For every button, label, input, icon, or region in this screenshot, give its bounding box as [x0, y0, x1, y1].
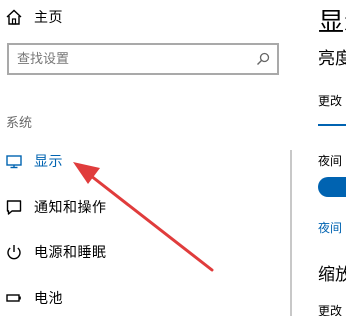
- brightness-slider[interactable]: [318, 124, 346, 126]
- sidebar-item-label: 显示: [34, 154, 63, 170]
- search-input[interactable]: [17, 49, 247, 69]
- section-title-system: 系统: [6, 116, 33, 131]
- sidebar-item-label: 通知和操作: [34, 200, 107, 216]
- power-icon: [4, 242, 24, 262]
- sidebar-item-label: 电池: [34, 291, 63, 307]
- page-title: 显示: [318, 8, 346, 38]
- notification-icon: [4, 197, 24, 217]
- pane-divider: [290, 150, 292, 316]
- brightness-change-label: 更改: [318, 94, 343, 108]
- brightness-heading: 亮度: [318, 49, 346, 69]
- night-light-settings-link[interactable]: 夜间: [318, 219, 342, 236]
- sidebar-item-display[interactable]: 显示: [0, 146, 63, 176]
- battery-icon: [4, 288, 24, 308]
- search-box[interactable]: [7, 43, 279, 75]
- monitor-icon: [4, 151, 24, 171]
- content-pane: 显示 亮度 更改 夜间 夜间 缩放 更改: [318, 0, 346, 316]
- night-light-toggle[interactable]: [318, 177, 346, 197]
- home-icon: [4, 7, 24, 27]
- night-light-label: 夜间: [318, 154, 343, 168]
- home-nav-item[interactable]: 主页: [0, 2, 63, 32]
- sidebar-item-power-sleep[interactable]: 电源和睡眠: [0, 237, 107, 267]
- scale-heading: 缩放: [318, 265, 346, 285]
- sidebar-item-notifications[interactable]: 通知和操作: [0, 192, 107, 222]
- sidebar-item-battery[interactable]: 电池: [0, 283, 63, 313]
- scale-change-label: 更改: [318, 304, 343, 316]
- home-label: 主页: [34, 10, 63, 26]
- sidebar-item-label: 电源和睡眠: [34, 245, 107, 261]
- search-icon[interactable]: [255, 51, 271, 67]
- settings-sidebar: 主页 系统 显示 通知和操作: [0, 0, 290, 316]
